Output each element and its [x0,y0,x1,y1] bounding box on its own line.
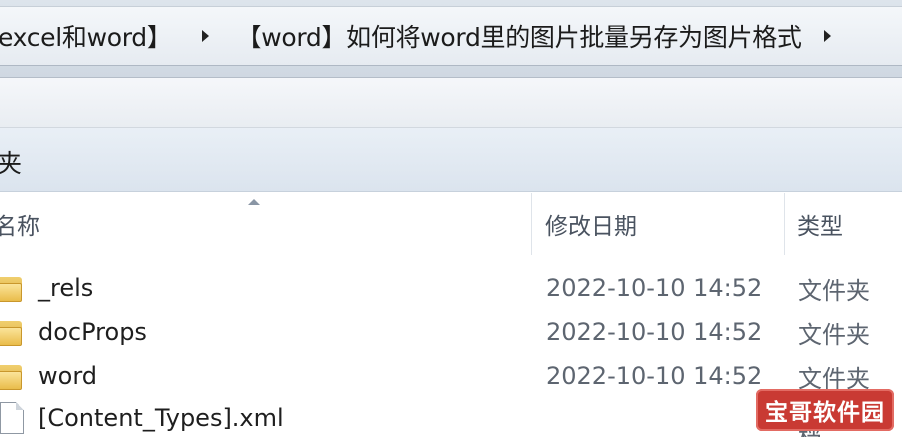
file-type: 文件夹 [798,276,870,305]
command-bar-label[interactable]: 夹 [0,144,22,180]
column-divider[interactable] [784,193,785,255]
column-header-name[interactable]: 名称 [0,193,528,255]
folder-icon [0,319,22,346]
site-watermark-logo: 宝哥软件园 [756,389,894,431]
column-header-date-modified[interactable]: 修改日期 [545,193,785,255]
file-date: 2022-10-10 14:52 [546,318,763,346]
list-item[interactable]: docProps 2022-10-10 14:52 文件夹 [0,310,902,354]
toolbar [0,78,902,128]
breadcrumb-item-current-folder[interactable]: 【word】如何将word里的图片批量另存为图片格式 [237,18,802,54]
breadcrumb[interactable]: excel和word】 【word】如何将word里的图片批量另存为图片格式 [0,6,902,66]
list-item[interactable]: _rels 2022-10-10 14:52 文件夹 [0,266,902,310]
column-header-type[interactable]: 类型 [797,193,902,255]
command-bar: 夹 [0,128,902,192]
column-divider[interactable] [531,193,532,255]
folder-icon [0,363,22,390]
file-name: docProps [38,318,147,346]
breadcrumb-chevron-icon[interactable] [823,30,831,42]
xml-file-icon [0,402,24,434]
file-type: 文件夹 [798,320,870,349]
address-bar: excel和word】 【word】如何将word里的图片批量另存为图片格式 [0,0,902,78]
folder-icon [0,275,22,302]
file-name: [Content_Types].xml [38,404,284,432]
column-header-row: 名称 修改日期 类型 [0,193,902,255]
breadcrumb-item-excel-word[interactable]: excel和word】 [0,18,172,54]
sort-ascending-icon [248,199,260,205]
file-date: 2022-10-10 14:52 [546,362,763,390]
file-name: word [38,362,97,390]
breadcrumb-chevron-icon[interactable] [201,30,209,42]
file-date: 2022-10-10 14:52 [546,274,763,302]
file-name: _rels [38,274,94,302]
